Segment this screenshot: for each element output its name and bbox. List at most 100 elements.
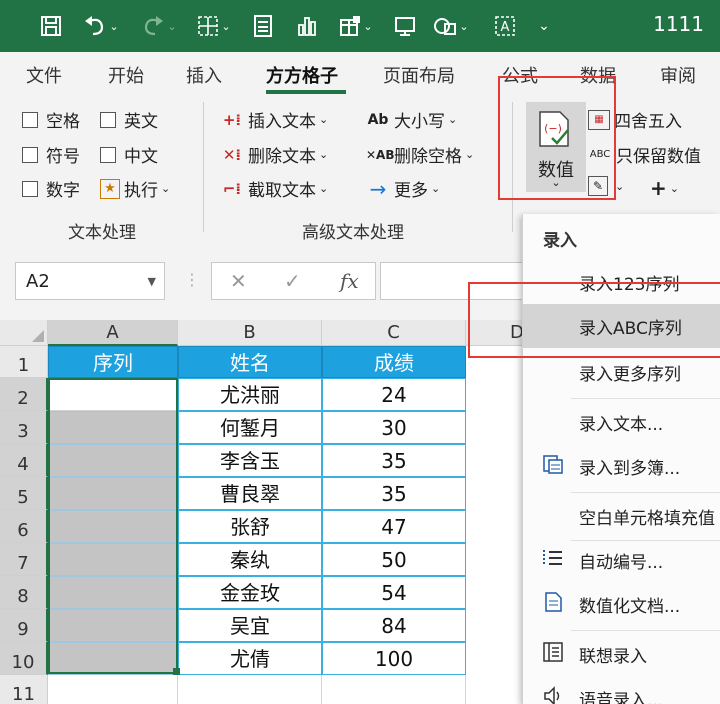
sequence-cell[interactable]: [48, 510, 178, 543]
menu-item-associative-input[interactable]: 联想录入: [523, 632, 720, 676]
menu-item-voice-input[interactable]: 语音录入...: [523, 676, 720, 704]
name-cell[interactable]: 张舒: [178, 510, 322, 543]
checkbox-box[interactable]: [22, 111, 38, 128]
tab-formulas[interactable]: 公式: [502, 62, 538, 88]
round-button[interactable]: ▦ 四舍五入: [588, 107, 682, 132]
menu-item-input-workbooks[interactable]: 录入到多簿...: [523, 444, 720, 488]
redo-icon[interactable]: ⌄: [136, 11, 182, 41]
checkbox-box[interactable]: [22, 180, 38, 197]
plus-button[interactable]: + ⌄: [650, 176, 679, 200]
chevron-down-icon[interactable]: ▼: [148, 275, 156, 288]
save-icon[interactable]: [36, 11, 66, 41]
case-button[interactable]: Ab 大小写 ⌄: [366, 107, 458, 133]
row-header[interactable]: 2: [0, 378, 48, 411]
undo-icon[interactable]: ⌄: [78, 11, 124, 41]
menu-item-input-abc[interactable]: 录入ABC序列: [523, 304, 720, 348]
text-box-icon[interactable]: A: [490, 11, 520, 41]
menu-item-input-text[interactable]: 录入文本...: [523, 400, 720, 444]
sequence-cell[interactable]: [48, 378, 178, 411]
keep-numbers-button[interactable]: ABC 只保留数值: [588, 142, 701, 167]
name-cell[interactable]: 曹良翠: [178, 477, 322, 510]
checkbox-space[interactable]: 空格: [22, 107, 80, 132]
header-cell[interactable]: 成绩: [322, 346, 466, 378]
score-cell[interactable]: 24: [322, 378, 466, 411]
tab-insert[interactable]: 插入: [186, 62, 222, 88]
calculator-icon[interactable]: [248, 11, 278, 41]
sequence-cell[interactable]: [48, 477, 178, 510]
name-box[interactable]: A2 ▼: [15, 262, 165, 300]
sequence-cell[interactable]: [48, 444, 178, 477]
row-header[interactable]: 10: [0, 642, 48, 675]
row-header[interactable]: 3: [0, 411, 48, 444]
row-header[interactable]: 6: [0, 510, 48, 543]
header-cell[interactable]: 序列: [48, 346, 178, 378]
tab-home[interactable]: 开始: [108, 62, 144, 88]
checkbox-box[interactable]: [22, 146, 38, 163]
borders-icon[interactable]: ⌄: [192, 11, 236, 41]
sequence-cell[interactable]: [48, 642, 178, 675]
checkbox-box[interactable]: [100, 111, 116, 128]
numeric-button[interactable]: (−) 数值 ⌄: [526, 102, 586, 192]
score-cell[interactable]: 30: [322, 411, 466, 444]
cancel-icon[interactable]: ✕: [230, 269, 247, 293]
row-header[interactable]: 11: [0, 675, 48, 704]
tab-file[interactable]: 文件: [26, 62, 62, 88]
tab-data[interactable]: 数据: [580, 62, 616, 88]
header-cell[interactable]: 姓名: [178, 346, 322, 378]
menu-item-more-sequences[interactable]: 录入更多序列: [523, 350, 720, 394]
score-cell[interactable]: 54: [322, 576, 466, 609]
checkbox-chinese[interactable]: 中文: [100, 142, 158, 167]
row-header[interactable]: 4: [0, 444, 48, 477]
checkbox-box[interactable]: [100, 146, 116, 163]
more-button[interactable]: → 更多 ⌄: [366, 176, 441, 202]
shapes-icon[interactable]: ⌄: [428, 11, 474, 41]
name-cell[interactable]: 吴宜: [178, 609, 322, 642]
empty-cell[interactable]: [178, 675, 322, 704]
score-cell[interactable]: 35: [322, 477, 466, 510]
name-cell[interactable]: 尤洪丽: [178, 378, 322, 411]
score-cell[interactable]: 50: [322, 543, 466, 576]
execute-button[interactable]: ★ 执行 ⌄: [100, 176, 170, 201]
table-insert-icon[interactable]: ⌄: [334, 11, 378, 41]
menu-item-fill-blank[interactable]: 空白单元格填充值: [523, 494, 720, 538]
sequence-cell[interactable]: [48, 609, 178, 642]
tab-fangfang[interactable]: 方方格子: [266, 62, 338, 88]
tab-review[interactable]: 审阅: [660, 62, 696, 88]
sequence-cell[interactable]: [48, 411, 178, 444]
name-cell[interactable]: 何錾月: [178, 411, 322, 444]
score-cell[interactable]: 84: [322, 609, 466, 642]
sequence-cell[interactable]: [48, 543, 178, 576]
column-header-a[interactable]: A: [48, 320, 178, 346]
row-header[interactable]: 1: [0, 346, 48, 378]
fill-handle[interactable]: [173, 668, 180, 675]
score-cell[interactable]: 47: [322, 510, 466, 543]
name-cell[interactable]: 秦纨: [178, 543, 322, 576]
edit-button[interactable]: ✎ ⌄: [588, 176, 624, 196]
monitor-icon[interactable]: [390, 11, 420, 41]
formula-input[interactable]: [380, 262, 540, 300]
name-cell[interactable]: 金金玫: [178, 576, 322, 609]
menu-item-numeric-document[interactable]: 数值化文档...: [523, 582, 720, 626]
name-cell[interactable]: 尤倩: [178, 642, 322, 675]
row-header[interactable]: 7: [0, 543, 48, 576]
row-header[interactable]: 9: [0, 609, 48, 642]
checkbox-number[interactable]: 数字: [22, 176, 80, 201]
name-cell[interactable]: 李含玉: [178, 444, 322, 477]
remove-space-button[interactable]: ✕AB 删除空格 ⌄: [366, 142, 474, 167]
customize-qat-icon[interactable]: ⌄: [534, 11, 554, 41]
fx-icon[interactable]: fx: [340, 269, 359, 293]
column-header-b[interactable]: B: [178, 320, 322, 346]
row-header[interactable]: 8: [0, 576, 48, 609]
select-all-corner[interactable]: [0, 320, 48, 346]
menu-item-auto-number[interactable]: 自动编号...: [523, 538, 720, 582]
extract-text-button[interactable]: ⌐⁞ 截取文本 ⌄: [220, 176, 328, 202]
checkbox-symbol[interactable]: 符号: [22, 142, 80, 167]
column-header-c[interactable]: C: [322, 320, 466, 346]
score-cell[interactable]: 35: [322, 444, 466, 477]
insert-text-button[interactable]: +⁞ 插入文本 ⌄: [220, 107, 328, 133]
delete-text-button[interactable]: ✕⁞ 删除文本 ⌄: [220, 142, 328, 168]
sequence-cell[interactable]: [48, 576, 178, 609]
empty-cell[interactable]: [322, 675, 466, 704]
empty-cell[interactable]: [48, 675, 178, 704]
confirm-icon[interactable]: ✓: [284, 269, 301, 293]
